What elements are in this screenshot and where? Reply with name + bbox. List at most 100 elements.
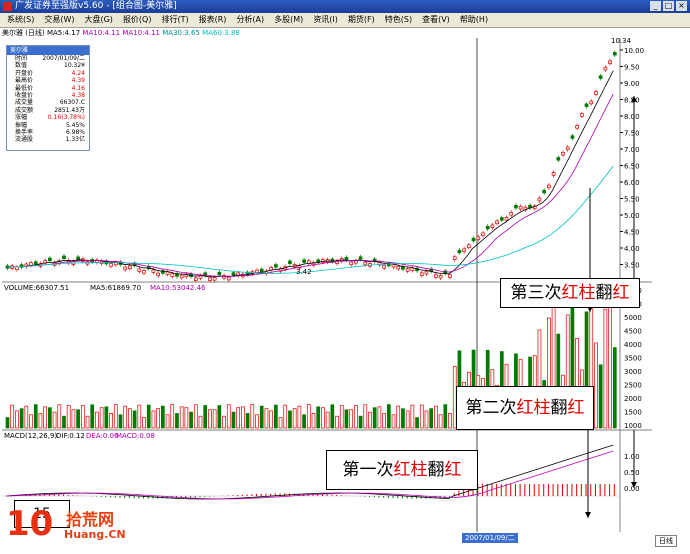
menu-item-8[interactable]: 资讯(I) [313,13,338,27]
volume-bar [104,406,109,429]
volume-bar [292,408,297,429]
volume-bar [598,364,603,429]
candle [448,274,452,278]
candle [208,277,212,281]
candle [405,268,410,272]
candle [123,266,128,271]
menu-item-11[interactable]: 查看(V) [422,13,450,27]
candle [598,75,603,79]
candle [217,271,222,276]
volume-bar [250,404,255,429]
volume-bar [193,404,198,429]
candle [589,100,594,105]
candle [542,189,547,194]
volume-bar [344,409,349,429]
candle [170,273,175,277]
ma5-label: MA5:4.17 [46,29,81,37]
menu-item-4[interactable]: 排行(T) [161,13,188,27]
annot-second-d: 红 [567,398,585,418]
volume-bar [175,413,179,429]
minimize-button[interactable]: _ [650,1,661,11]
macd-macd-label: MACD:0.08 [116,432,155,440]
price-axis-label: 7.50 [624,130,640,138]
ma30-label: MA30:3.65 [162,29,200,37]
volume-bar [288,410,292,429]
annotation-second: 第二次红柱翻红 [456,386,594,430]
close-button[interactable]: × [676,1,687,11]
volume-bar [269,410,273,429]
low-price-label: 3.42 [296,268,312,276]
candle [62,255,66,260]
candle [179,274,184,279]
volume-bar [19,408,24,429]
candle [467,244,471,248]
volume-bar [273,404,278,429]
price-axis-label: 6.50 [624,163,640,171]
volume-bar [302,414,306,429]
menu-item-5[interactable]: 报表(R) [199,13,227,27]
annot-third-c: 翻 [595,283,613,303]
macd-dea-label: DEA:0.06 [86,432,119,440]
candle [481,232,485,236]
volume-bar [208,409,212,429]
menu-item-7[interactable]: 多股(M) [274,13,303,27]
candle [551,172,556,176]
candle [273,264,278,268]
ma10b-label: MA10:4.11 [122,29,161,37]
price-axis-label: 4.50 [624,229,640,237]
menu-item-12[interactable]: 帮助(H) [460,13,488,27]
menu-item-10[interactable]: 特色(S) [385,13,412,27]
candle [401,266,405,270]
tooltip-row: 振幅 5.45% [7,122,89,129]
volume-bar [278,417,283,429]
price-axis-label: 9.50 [624,64,640,72]
tooltip-title: 美尔雅 [7,46,89,55]
volume-bar [109,413,113,429]
volume-bar [339,405,344,429]
volume-bar [419,404,424,429]
volume-bar [311,413,316,429]
maximize-button[interactable]: □ [663,1,674,11]
annot-third-d: 红 [612,283,630,303]
price-axis-label: 8.00 [624,113,640,121]
candle [561,152,565,156]
volume-axis-label: 3500 [624,355,642,363]
volume-bar [283,404,288,429]
annot-third-a: 第三次 [510,283,562,303]
volume-bar [118,414,123,429]
volume-bar [608,301,612,429]
volume-bar [241,406,245,429]
volume-bar [297,405,302,429]
annot-second-b: 红柱 [516,398,551,418]
menu-item-3[interactable]: 报价(Q) [123,13,152,27]
menu-item-0[interactable]: 系统(S) [7,13,34,27]
ma10-label: MA10:4.11 [82,29,121,37]
menu-item-1[interactable]: 交易(W) [44,13,74,27]
macd-axis-label: 0.50 [624,469,640,477]
menu-item-9[interactable]: 期货(F) [348,13,375,27]
volume-axis-label: 5000 [624,314,642,322]
volume-bar [85,415,90,429]
period-label: (日线) [25,29,45,37]
tooltip-key: 流通股 [15,136,34,144]
candle [575,125,579,129]
macd-axis-label: 0.00 [624,485,640,493]
volume-bar [57,404,62,429]
candle [499,217,504,221]
volume-bar [142,417,146,429]
volume-bar [259,405,264,429]
menu-item-2[interactable]: 大盘(G) [84,13,112,27]
volume-bar [377,406,382,429]
volume-bar [146,404,151,429]
tooltip-key: 振幅 [15,121,28,129]
price-indicator-bar: 美尔雅 (日线) MA5:4.17 MA10:4.11 MA10:4.11 MA… [2,28,240,38]
candle [424,270,429,275]
volume-bar [245,413,250,429]
menu-item-6[interactable]: 分析(A) [236,13,264,27]
annot-first-d: 红 [444,460,462,480]
volume-axis-label: 1500 [624,409,642,417]
period-tab[interactable]: 日线 [655,535,677,547]
tooltip-value: 4.16 [71,84,85,92]
candle [396,265,401,270]
volume-bar [76,409,80,429]
